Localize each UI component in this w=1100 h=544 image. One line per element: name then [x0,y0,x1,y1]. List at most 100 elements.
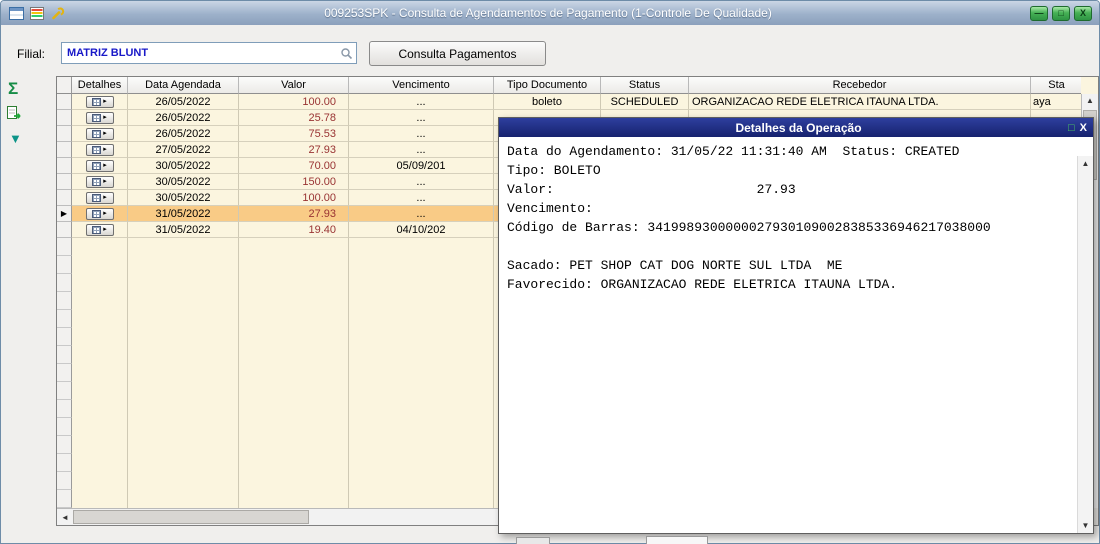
dialog-maximize-button[interactable]: □ [1068,122,1075,134]
details-button[interactable]: ▸ [85,95,114,108]
consulta-pagamentos-button[interactable]: Consulta Pagamentos [369,41,546,66]
export-grid-icon[interactable] [6,105,23,126]
screen: 009253SPK - Consulta de Agendamentos de … [0,0,1100,544]
row-selector [57,454,72,472]
column-header[interactable]: Sta [1031,77,1081,94]
cell-vencimento: ... [349,206,494,222]
dialog-scroll-up-icon[interactable]: ▲ [1078,159,1093,168]
filial-label: Filial: [17,47,46,61]
cell-data-agendada: 27/05/2022 [128,142,239,158]
details-button[interactable]: ▸ [85,127,114,140]
row-selector [57,256,72,274]
dialog-scroll-down-icon[interactable]: ▼ [1078,521,1093,530]
search-icon[interactable] [340,47,353,60]
cell-data-agendada: 26/05/2022 [128,110,239,126]
cell-valor: 100.00 [239,190,349,206]
row-selector [57,436,72,454]
cell-detalhes: ▸ [72,206,128,222]
cell-recebedor: ORGANIZACAO REDE ELETRICA ITAUNA LTDA. [689,94,1031,110]
cell-vencimento: ... [349,174,494,190]
column-header[interactable]: Vencimento [349,77,494,94]
dialog-close-button[interactable]: X [1080,122,1087,134]
maximize-button[interactable]: □ [1052,5,1070,21]
details-arrow-icon: ▸ [103,210,107,217]
scroll-left-icon[interactable]: ◄ [57,513,73,522]
details-button[interactable]: ▸ [85,191,114,204]
details-arrow-icon: ▸ [103,114,107,121]
filial-input[interactable]: MATRIZ BLUNT [61,42,357,64]
row-selector [57,418,72,436]
row-selector [57,292,72,310]
row-selector [57,190,72,206]
details-grid-icon [92,209,102,218]
column-header[interactable]: Recebedor [689,77,1031,94]
row-selector [57,382,72,400]
horizontal-scroll-thumb[interactable] [73,510,309,524]
close-button[interactable]: X [1074,5,1092,21]
dialog-titlebar[interactable]: Detalhes da Operação □ X [499,118,1093,137]
cell-valor: 75.53 [239,126,349,142]
cell-valor: 70.00 [239,158,349,174]
minimize-button[interactable]: — [1030,5,1048,21]
cell-detalhes: ▸ [72,110,128,126]
details-button[interactable]: ▸ [85,175,114,188]
cell-status: SCHEDULED [601,94,689,110]
titlebar[interactable]: 009253SPK - Consulta de Agendamentos de … [1,1,1099,25]
details-grid-icon [92,129,102,138]
data-rows-icon [30,6,44,20]
filial-value: MATRIZ BLUNT [67,47,149,59]
cell-detalhes: ▸ [72,94,128,110]
cell-sta: aya [1031,94,1081,110]
dialog-controls: □ X [1056,122,1087,134]
row-selector [57,364,72,382]
cell-data-agendada: 26/05/2022 [128,126,239,142]
titlebar-icons [9,6,66,20]
scroll-up-icon[interactable]: ▲ [1082,96,1098,105]
cell-detalhes: ▸ [72,142,128,158]
row-selector [57,274,72,292]
background-window-fragment [646,536,708,544]
table-row[interactable]: ▸ 26/05/2022 100.00... boleto SCHEDULED ORGAN… [57,94,1081,110]
row-selector [57,238,72,256]
cell-detalhes: ▸ [72,222,128,238]
cell-vencimento: 05/09/201 [349,158,494,174]
column-header[interactable]: Data Agendada [128,77,239,94]
details-arrow-icon: ▸ [103,130,107,137]
details-grid-icon [92,225,102,234]
details-grid-icon [92,97,102,106]
cell-detalhes: ▸ [72,174,128,190]
details-button[interactable]: ▸ [85,143,114,156]
window-controls: — □ X [1030,5,1092,21]
filter-down-icon[interactable]: ▼ [9,131,22,146]
column-header[interactable]: Tipo Documento [494,77,601,94]
cell-valor: 19.40 [239,222,349,238]
row-selector [57,158,72,174]
details-button[interactable]: ▸ [85,207,114,220]
column-header[interactable]: Valor [239,77,349,94]
row-selector [57,110,72,126]
side-toolbar: Σ ▼ [1,73,56,543]
details-button[interactable]: ▸ [85,223,114,236]
sum-sigma-icon[interactable]: Σ [8,79,18,99]
cell-valor: 150.00 [239,174,349,190]
row-selector [57,472,72,490]
cell-data-agendada: 31/05/2022 [128,222,239,238]
cell-tipo-documento: boleto [494,94,601,110]
cell-vencimento: ... [349,126,494,142]
column-header[interactable]: Status [601,77,689,94]
row-selector [57,310,72,328]
details-button[interactable]: ▸ [85,159,114,172]
toolbar: Filial: MATRIZ BLUNT Consulta Pagamentos [1,25,1099,73]
column-header[interactable]: Detalhes [72,77,128,94]
dialog-body: Data do Agendamento: 31/05/22 11:31:40 A… [499,137,1093,533]
cell-data-agendada: 26/05/2022 [128,94,239,110]
cell-detalhes: ▸ [72,190,128,206]
dialog-scrollbar[interactable]: ▲ ▼ [1077,156,1093,533]
grid-header: Detalhes Data Agendada Valor Vencimento Tipo… [57,77,1081,94]
details-grid-icon [92,177,102,186]
detalhes-operacao-dialog: Detalhes da Operação □ X Data do Agendam… [498,117,1094,534]
details-button[interactable]: ▸ [85,111,114,124]
details-grid-icon [92,113,102,122]
window-title: 009253SPK - Consulta de Agendamentos de … [324,6,772,20]
cell-data-agendada: 30/05/2022 [128,174,239,190]
